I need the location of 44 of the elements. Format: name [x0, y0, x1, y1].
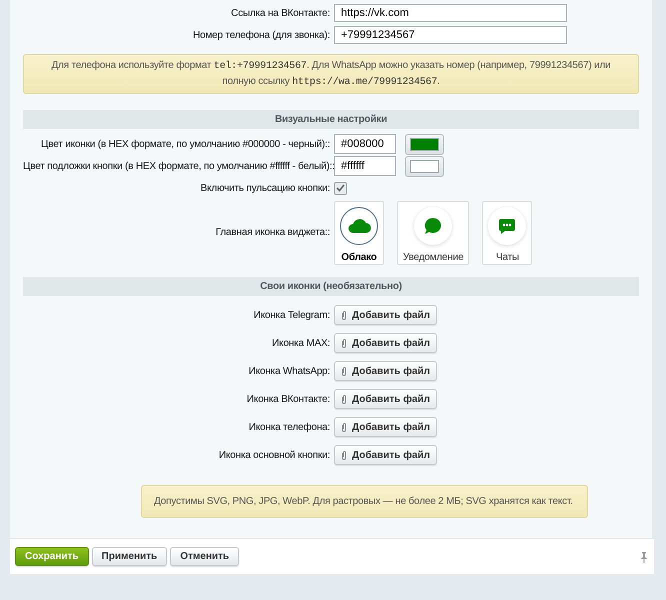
checkbox[interactable] [334, 182, 347, 194]
section-heading: Визуальные настройки [23, 110, 639, 129]
paperclip-icon [341, 366, 347, 376]
add-file-button[interactable]: Добавить файл [334, 333, 438, 353]
color-swatch-button[interactable] [405, 156, 444, 176]
icon-option-card[interactable]: Уведомление [397, 201, 470, 265]
icon-option-card[interactable]: Чаты [482, 201, 532, 265]
field-label: Иконка WhatsApp: [248, 366, 330, 376]
footer-button[interactable]: Применить [92, 547, 168, 566]
add-file-button[interactable]: Добавить файл [334, 445, 438, 465]
paperclip-icon [341, 394, 347, 404]
checkmark-icon [336, 184, 345, 192]
paperclip-icon [341, 338, 347, 348]
field-label: Иконка Telegram: [252, 310, 330, 320]
speech-bubble-icon [424, 217, 442, 235]
text-field[interactable]: +79991234567 [334, 26, 567, 44]
field-label: Иконка телефона: [248, 422, 330, 432]
section-heading: Свои иконки (необязательно) [23, 277, 639, 296]
info-note: Допустимы SVG, PNG, JPG, WebP. Для растровых — не более 2 МБ; SVG хранятся как текст. [141, 485, 588, 518]
paperclip-icon [341, 310, 347, 320]
paperclip-icon [341, 422, 347, 432]
color-swatch-button[interactable] [405, 134, 444, 154]
add-file-button[interactable]: Добавить файл [334, 417, 438, 437]
field-label: Ссылка на ВКонтакте: [230, 8, 330, 18]
field-label: Цвет иконки (в HEX формате, по умолчанию #000000 - черный):: [40, 138, 330, 150]
pin-icon [640, 550, 648, 562]
field-label: Иконка основной кнопки: [218, 450, 330, 460]
add-file-button[interactable]: Добавить файл [334, 389, 438, 409]
footer-button[interactable]: Отменить [170, 547, 240, 566]
field-label: Главная иконка виджета:: [214, 226, 330, 238]
paperclip-icon [341, 450, 347, 460]
add-file-button[interactable]: Добавить файл [334, 305, 438, 325]
text-field[interactable]: https://vk.com [334, 4, 567, 22]
info-note: Для телефона используйте формат tel:+79991234567. Для WhatsApp можно указать номер (например, 79991234567) или полную ссылку https://wa.me/79991234567. [23, 54, 639, 94]
chat-icon [498, 218, 516, 234]
field-label: Номер телефона (для звонка): [192, 30, 330, 40]
color-hex-field[interactable]: #ffffff [334, 156, 396, 176]
cloud-icon [347, 218, 371, 234]
add-file-button[interactable]: Добавить файл [334, 361, 438, 381]
color-hex-field[interactable]: #008000 [334, 134, 396, 154]
field-label: Включить пульсацию кнопки: [200, 182, 330, 194]
icon-option-card[interactable]: Облако [334, 201, 384, 265]
field-label: Иконка MAX: [271, 338, 330, 348]
field-label: Иконка ВКонтакте: [246, 394, 330, 404]
